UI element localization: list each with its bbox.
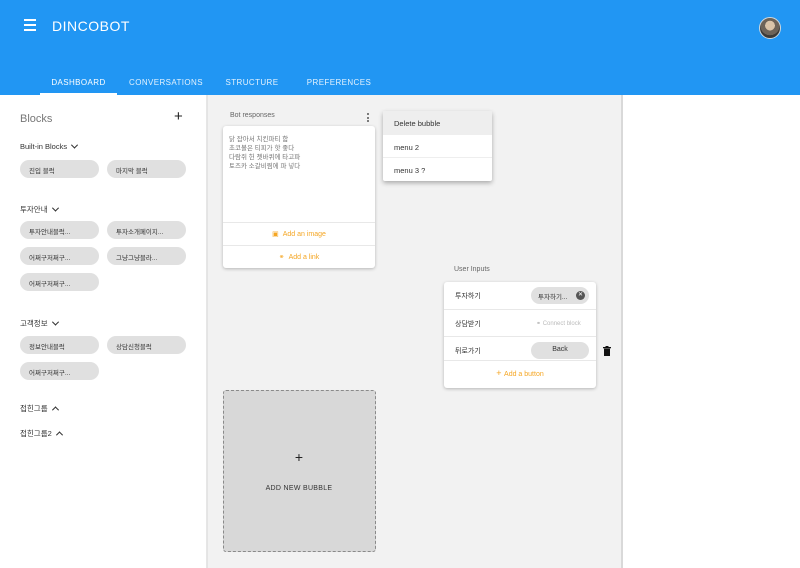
add-button-label: Add a button [504,371,544,378]
block-chip[interactable]: 투자안내블럭... [20,221,99,239]
link-icon: ⚭ [278,254,285,261]
group-builtin-blocks[interactable]: Built-in Blocks [20,141,79,151]
tab-structure[interactable]: STRUCTURE [220,69,284,95]
more-vert-icon[interactable] [367,113,370,124]
block-chip[interactable]: 정보안내블럭 [20,336,99,354]
add-link-label: Add a link [288,254,320,261]
blocks-sidebar: Blocks + Built-in Blocks 진입 블럭 마지막 블럭 투자… [0,95,207,568]
connect-label: Connect block [542,321,581,327]
add-link-button[interactable]: ⚭ Add a link [223,245,375,268]
chip-label: 투자하기... [538,294,568,301]
tab-bar: DASHBOARD CONVERSATIONS STRUCTURE PREFER… [0,69,800,95]
tab-preferences[interactable]: PREFERENCES [302,69,376,95]
add-image-button[interactable]: ▣ Add an image [223,222,375,245]
user-avatar[interactable] [759,17,781,39]
user-input-label[interactable]: 뒤로가기 [455,346,481,356]
group-label: 접힌그룹 [20,404,48,413]
group-collapsed-2[interactable]: 접힌그룹2 [20,428,63,439]
add-image-label: Add an image [282,231,326,238]
add-new-bubble-label: ADD NEW BUBBLE [265,485,333,492]
chevron-up-icon [51,406,59,414]
user-input-row: 투자하기 투자하기... ✕ [444,282,596,308]
plus-icon: + [294,449,304,465]
chevron-down-icon [51,204,59,212]
block-chip[interactable]: 상담신청블럭 [107,336,186,354]
trash-icon[interactable] [603,346,611,356]
app-title: DINCOBOT [52,18,130,34]
hamburger-menu-icon[interactable] [24,19,36,31]
user-inputs-card: 투자하기 투자하기... ✕ 상담받기 ⚭ Connect block 뒤로가기 … [444,282,596,388]
menu-item-3[interactable]: menu 3 ? [383,157,492,180]
user-input-label[interactable]: 상담받기 [455,319,481,329]
image-icon: ▣ [272,231,279,238]
chevron-down-icon [51,318,59,326]
block-chip[interactable]: 어쩌구저쩌구... [20,273,99,291]
block-chip[interactable]: 투자소개페이지... [107,221,186,239]
right-panel [621,95,800,568]
group-label: 투자안내 [20,205,48,214]
remove-icon[interactable]: ✕ [576,291,585,300]
tab-dashboard[interactable]: DASHBOARD [40,69,117,95]
block-chip[interactable]: 마지막 블럭 [107,160,186,178]
app-bar: DINCOBOT DASHBOARD CONVERSATIONS STRUCTU… [0,0,800,95]
user-input-label[interactable]: 투자하기 [455,291,481,301]
block-chip[interactable]: 그냥그냥블라... [107,247,186,265]
group-label: 고객정보 [20,319,48,328]
chevron-down-icon [71,141,79,149]
group-label: Built-in Blocks [20,142,68,151]
block-chip[interactable]: 어쩌구저쩌구... [20,362,99,380]
menu-item-delete-bubble[interactable]: Delete bubble [383,111,492,134]
plus-icon: + [496,368,505,378]
tab-conversations[interactable]: CONVERSATIONS [125,69,207,95]
back-chip[interactable]: Back [531,342,589,359]
bot-response-bubble: 닭 잡아서 치킨파티 함 초코볼은 티피가 핫 좋다 다람쥐 헌 쳇바퀴에 타고… [223,126,375,268]
bot-responses-label: Bot responses [230,112,275,119]
block-chip[interactable]: 진입 블럭 [20,160,99,178]
group-label: 접힌그룹2 [20,429,52,438]
chevron-up-icon [55,431,63,439]
user-input-row: 상담받기 ⚭ Connect block [444,309,596,335]
group-investment[interactable]: 투자안내 [20,204,59,215]
group-collapsed-1[interactable]: 접힌그룹 [20,403,59,414]
connected-block-chip[interactable]: 투자하기... ✕ [531,287,589,304]
user-input-row: 뒤로가기 Back [444,336,596,362]
add-button-action[interactable]: + Add a button [444,360,596,384]
menu-item-2[interactable]: menu 2 [383,134,492,157]
add-new-bubble-button[interactable]: + ADD NEW BUBBLE [223,390,376,552]
link-icon: ⚭ [536,321,543,327]
add-block-plus-icon[interactable]: + [174,109,183,124]
block-chip[interactable]: 어쩌구저쩌구... [20,247,99,265]
bubble-text[interactable]: 닭 잡아서 치킨파티 함 초코볼은 티피가 핫 좋다 다람쥐 헌 쳇바퀴에 타고… [229,135,300,171]
bubble-context-menu: Delete bubble menu 2 menu 3 ? [383,111,492,181]
user-inputs-label: User Inputs [454,266,490,273]
sidebar-title: Blocks [20,113,53,125]
connect-block-link[interactable]: ⚭ Connect block [536,320,581,327]
group-customer-info[interactable]: 고객정보 [20,318,59,329]
